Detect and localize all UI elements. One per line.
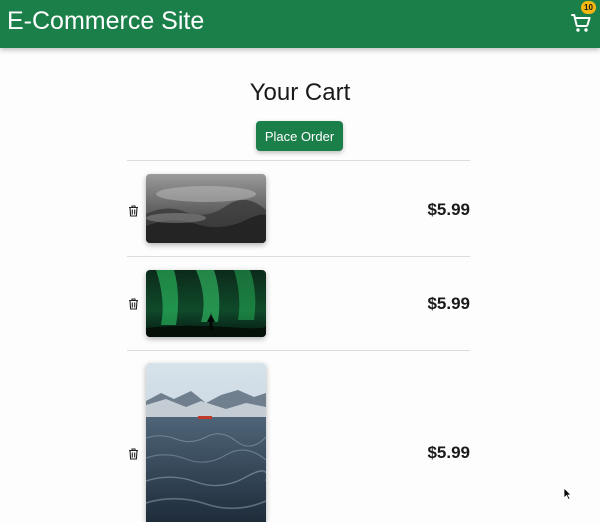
cart-count-badge: 10 <box>581 1 596 14</box>
mouse-cursor-icon <box>563 487 572 500</box>
trash-icon <box>129 205 138 217</box>
fjord-sea-photo <box>146 363 266 522</box>
item-divider <box>127 350 470 351</box>
misty-forest-photo <box>146 174 266 243</box>
shopping-cart-icon <box>571 14 591 32</box>
cart-item-image <box>146 363 266 522</box>
cart-button[interactable] <box>569 11 593 35</box>
aurora-borealis-photo <box>146 270 266 337</box>
trash-icon <box>129 298 138 310</box>
remove-item-button[interactable] <box>128 204 139 217</box>
trash-icon <box>129 448 138 460</box>
navbar: E-Commerce Site 10 <box>0 0 600 48</box>
cart-item-price: $5.99 <box>427 200 470 219</box>
site-brand[interactable]: E-Commerce Site <box>7 6 204 36</box>
item-divider <box>127 160 470 161</box>
cart-item-price: $5.99 <box>427 294 470 313</box>
cart-item-image <box>146 174 266 243</box>
cart-item-price: $5.99 <box>427 443 470 462</box>
place-order-button[interactable]: Place Order <box>256 121 343 151</box>
remove-item-button[interactable] <box>128 297 139 310</box>
item-divider <box>127 256 470 257</box>
remove-item-button[interactable] <box>128 447 139 460</box>
page-title: Your Cart <box>249 79 351 106</box>
cart-item-image <box>146 270 266 337</box>
